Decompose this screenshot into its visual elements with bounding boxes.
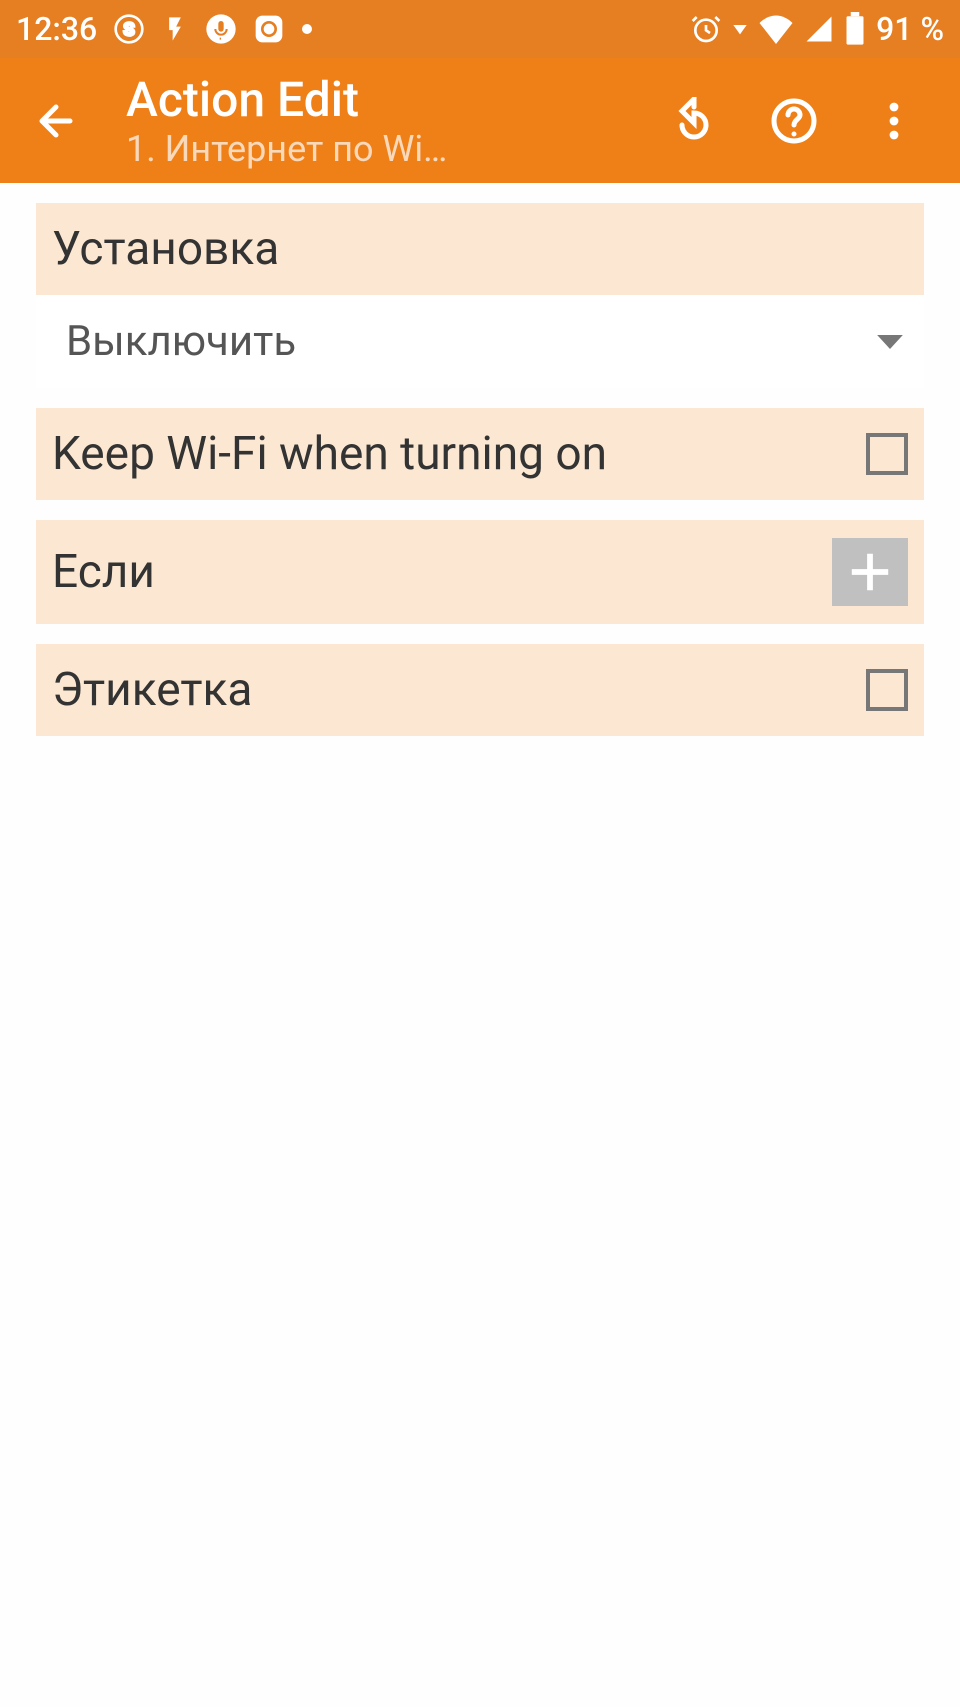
svg-text:S: S xyxy=(123,19,135,41)
keep-wifi-checkbox[interactable] xyxy=(866,433,908,475)
if-title: Если xyxy=(52,545,155,599)
setup-dropdown-value: Выключить xyxy=(66,317,296,366)
skype-icon: S xyxy=(113,13,145,45)
alarm-icon xyxy=(690,13,722,45)
bolt-icon xyxy=(161,15,189,43)
app-bar: Action Edit 1. Интернет по Wi… xyxy=(0,58,960,183)
mic-icon xyxy=(205,13,237,45)
help-button[interactable] xyxy=(744,71,844,171)
label-checkbox[interactable] xyxy=(866,669,908,711)
section-label: Этикетка xyxy=(36,644,924,736)
battery-percent: 91 % xyxy=(876,10,944,48)
status-left: 12:36 S xyxy=(16,10,313,48)
setup-dropdown[interactable]: Выключить xyxy=(36,295,924,388)
section-setup-header: Установка xyxy=(36,203,924,295)
keep-wifi-row[interactable]: Keep Wi-Fi when turning on xyxy=(36,408,924,500)
keep-wifi-title: Keep Wi-Fi when turning on xyxy=(52,427,607,481)
page-title: Action Edit xyxy=(126,71,644,128)
more-vert-icon xyxy=(870,97,918,145)
undo-button[interactable] xyxy=(644,71,744,171)
wifi-icon xyxy=(758,13,794,45)
title-section: Action Edit 1. Интернет по Wi… xyxy=(126,71,644,170)
dot-icon xyxy=(301,23,313,35)
plus-icon xyxy=(847,549,893,595)
page-subtitle: 1. Интернет по Wi… xyxy=(126,128,506,170)
triangle-down-icon xyxy=(732,21,748,37)
section-setup-title: Установка xyxy=(52,222,279,276)
if-header: Если xyxy=(36,520,924,624)
battery-icon xyxy=(844,12,866,46)
label-title: Этикетка xyxy=(52,663,252,717)
section-if: Если xyxy=(36,520,924,624)
chevron-down-icon xyxy=(876,332,904,352)
overflow-menu-button[interactable] xyxy=(844,71,944,171)
help-icon xyxy=(770,97,818,145)
undo-ic xyxy=(670,97,718,145)
status-time: 12:36 xyxy=(16,10,97,48)
content-area: Установка Выключить Keep Wi-Fi when turn… xyxy=(0,203,960,736)
arrow-left-icon xyxy=(32,97,80,145)
section-setup: Установка Выключить xyxy=(36,203,924,388)
app-icon xyxy=(253,13,285,45)
status-bar: 12:36 S 91 % xyxy=(0,0,960,58)
add-condition-button[interactable] xyxy=(832,538,908,606)
back-button[interactable] xyxy=(16,81,96,161)
section-keep-wifi: Keep Wi-Fi when turning on xyxy=(36,408,924,500)
label-row[interactable]: Этикетка xyxy=(36,644,924,736)
signal-icon xyxy=(804,14,834,44)
status-right: 91 % xyxy=(690,10,944,48)
